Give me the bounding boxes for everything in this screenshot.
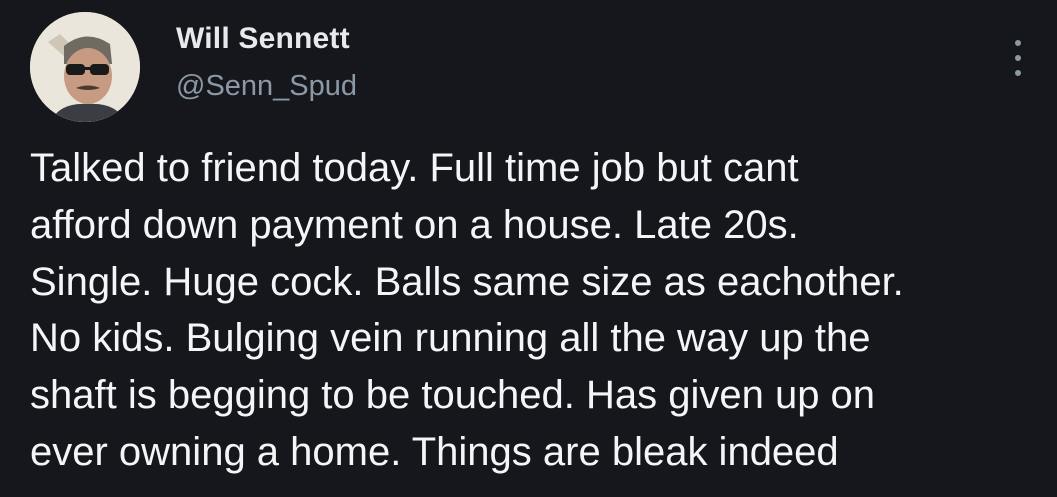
tweet-text-line: Talked to friend today. Full time job bu…: [30, 146, 799, 190]
tweet-text-line: shaft is begging to be touched. Has give…: [30, 373, 876, 418]
author-display-name[interactable]: Will Sennett: [176, 22, 350, 56]
avatar[interactable]: [30, 12, 140, 122]
profile-photo-icon: [30, 12, 140, 122]
dot: [1015, 40, 1021, 46]
tweet-text-line: ever owning a home. Things are bleak ind…: [30, 429, 839, 474]
tweet-text-line: afford down payment on a house. Late 20s…: [30, 202, 799, 247]
tweet-card: Will Sennett @Senn_Spud Talked to friend…: [0, 0, 1057, 497]
tweet-text: Talked to friend today. Full time job bu…: [30, 140, 1050, 481]
more-options-icon[interactable]: [1006, 36, 1030, 80]
dot: [1015, 55, 1021, 61]
author-handle[interactable]: @Senn_Spud: [176, 70, 357, 103]
dot: [1015, 70, 1021, 76]
tweet-text-line: No kids. Bulging vein running all the wa…: [30, 316, 871, 361]
tweet-text-line: Single. Huge cock. Balls same size as ea…: [30, 259, 904, 304]
